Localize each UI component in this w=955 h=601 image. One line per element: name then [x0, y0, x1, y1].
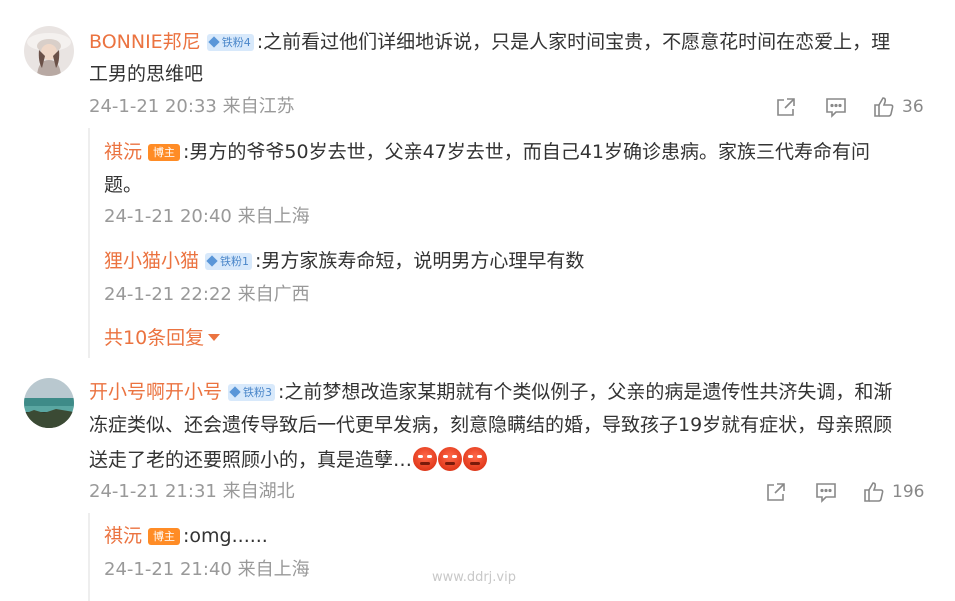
fan-badge[interactable]: 铁粉4	[206, 34, 254, 51]
comment-text-line2: 冻症类似、还会遗传导致后一代更早发病，刻意隐瞒结的婚，导致孩子19岁就有症状，母…	[89, 414, 893, 436]
username-link[interactable]: 祺沅	[104, 141, 142, 163]
comment-text-line3: 送走了老的还要照顾小的，真是造孽…	[89, 447, 488, 472]
more-replies-link[interactable]: 共10条回复	[104, 326, 221, 350]
comment-text-line2: 工男的思维吧	[89, 63, 204, 85]
reply-body-line: :男方家族寿命短，说明男方心理早有数	[255, 250, 585, 272]
comment-icon[interactable]	[814, 480, 838, 508]
reply-text: 祺沅 博主:男方的爷爷50岁去世，父亲47岁去世，而自己41岁确诊患病。家族三代寿…	[104, 140, 870, 164]
reply-text: 祺沅 博主:omg......	[104, 524, 268, 548]
reply-timestamp: 24-1-21 20:40 来自上海	[104, 206, 310, 227]
comment-body-line: :之前看过他们详细地诉说，只是人家时间宝贵，不愿意花时间在恋爱上，理	[256, 31, 891, 53]
host-badge: 博主	[148, 528, 181, 545]
reply-timestamp: 24-1-21 22:22 来自广西	[104, 284, 310, 305]
comment-text: BONNIE邦尼 铁粉4 :之前看过他们详细地诉说，只是人家时间宝贵，不愿意花时间在…	[89, 30, 890, 54]
fan-badge[interactable]: 铁粉3	[228, 384, 276, 401]
diamond-icon	[208, 36, 220, 48]
avatar[interactable]	[24, 378, 74, 428]
angry-emoji-icon	[413, 447, 438, 471]
comment-actions: 196	[764, 480, 944, 504]
share-icon[interactable]	[774, 95, 798, 123]
like-count: 196	[892, 482, 925, 502]
username-link[interactable]: 狸小猫小猫	[104, 250, 199, 272]
comment-actions: 36	[774, 95, 934, 119]
fan-badge-label: 铁粉1	[220, 255, 250, 268]
username-link[interactable]: 开小号啊开小号	[89, 381, 222, 403]
diamond-icon	[206, 255, 218, 267]
angry-emoji-icon	[463, 447, 488, 471]
reply-timestamp: 24-1-21 21:40 来自上海	[104, 559, 310, 580]
share-icon[interactable]	[764, 480, 788, 508]
fan-badge-label: 铁粉3	[243, 386, 273, 399]
host-badge: 博主	[148, 144, 181, 161]
like-icon[interactable]	[862, 480, 886, 508]
reply-body-line: :男方的爷爷50岁去世，父亲47岁去世，而自己41岁确诊患病。家族三代寿命有问	[183, 141, 870, 163]
fan-badge-label: 铁粉4	[221, 36, 251, 49]
like-icon[interactable]	[872, 95, 896, 123]
comment-body-line: 送走了老的还要照顾小的，真是造孽…	[89, 449, 413, 471]
username-link[interactable]: 祺沅	[104, 525, 142, 547]
caret-down-icon	[208, 334, 221, 341]
reply-body-line: :omg......	[183, 525, 268, 547]
comment-body-line: :之前梦想改造家某期就有个类似例子，父亲的病是遗传性共济失调，和渐	[278, 381, 893, 403]
diamond-icon	[229, 386, 241, 398]
reply-list: 祺沅 博主:omg...... 24-1-21 21:40 来自上海	[88, 513, 938, 601]
angry-emoji-icon	[438, 447, 463, 471]
avatar[interactable]	[24, 26, 74, 76]
comment-timestamp: 24-1-21 21:31 来自湖北	[89, 481, 295, 502]
reply-list: 祺沅 博主:男方的爷爷50岁去世，父亲47岁去世，而自己41岁确诊患病。家族三代寿…	[88, 128, 938, 358]
watermark: www.ddrj.vip	[432, 570, 516, 585]
username-link[interactable]: BONNIE邦尼	[89, 31, 201, 53]
like-count: 36	[902, 97, 924, 117]
more-replies-label: 共10条回复	[104, 327, 205, 349]
comment-text: 开小号啊开小号 铁粉3 :之前梦想改造家某期就有个类似例子，父亲的病是遗传性共济失调…	[89, 380, 892, 404]
reply-text: 狸小猫小猫 铁粉1 :男方家族寿命短，说明男方心理早有数	[104, 249, 584, 273]
comment-timestamp: 24-1-21 20:33 来自江苏	[89, 96, 295, 117]
comment-icon[interactable]	[824, 95, 848, 123]
reply-text-line2: 题。	[104, 174, 143, 196]
fan-badge[interactable]: 铁粉1	[205, 253, 253, 270]
